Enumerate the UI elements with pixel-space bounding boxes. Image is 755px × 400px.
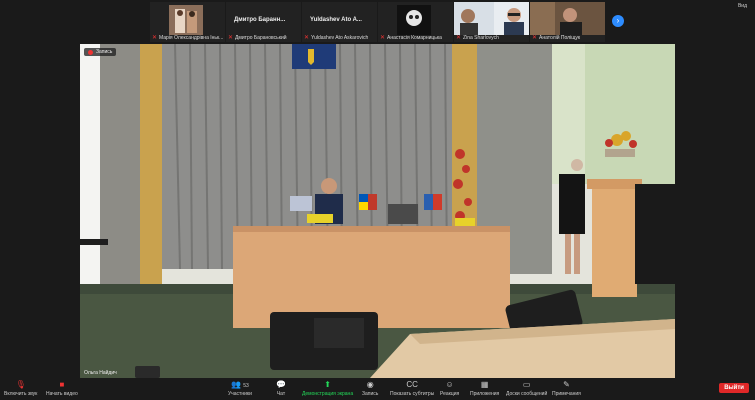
share-label: Демонстрация экрана: [302, 391, 354, 397]
whiteboards-label: Доски сообщений: [506, 391, 548, 397]
mic-off-icon: ✕: [152, 35, 158, 41]
participant-photo: [169, 5, 203, 35]
participant-tile[interactable]: ✕ Анатолій Поліщук: [530, 2, 605, 42]
participant-label: Марія Олександрівна Іньк...: [159, 34, 224, 41]
mic-off-icon: ✕: [304, 35, 310, 41]
unmute-button[interactable]: 🎙 Включить звук: [4, 380, 37, 397]
captions-button[interactable]: CC Показать субтитры: [390, 380, 434, 397]
start-video-label: Начать видео: [46, 391, 78, 397]
share-screen-button[interactable]: ⬆ Демонстрация экрана: [302, 380, 353, 397]
apps-label: Приложения: [470, 391, 500, 397]
participant-label: Yuldashev Ato Askarovich: [311, 34, 369, 41]
reactions-button[interactable]: ☺ Реакция: [440, 380, 459, 397]
participant-strip: ✕ Марія Олександрівна Іньк... Дмитро Бара…: [0, 0, 755, 44]
captions-label: Показать субтитры: [390, 391, 435, 397]
participant-tile[interactable]: Дмитро Баранн... ✕ Дмитро Барановський: [226, 2, 301, 42]
participant-name: Yuldashev Ato A...: [310, 17, 362, 23]
record-label: Запись: [362, 391, 379, 397]
recording-indicator[interactable]: Запись: [84, 48, 117, 56]
participants-icon: 👥 53: [231, 380, 249, 389]
participant-tile[interactable]: ✕ Анастасія Комарницька: [378, 2, 453, 42]
mic-off-icon: ✕: [456, 35, 462, 41]
participants-count: 53: [243, 383, 249, 389]
notes-icon: ✎: [563, 380, 570, 389]
participant-tile[interactable]: ✕ Zina Sharlovych: [454, 2, 529, 42]
participant-tile[interactable]: Yuldashev Ato A... ✕ Yuldashev Ato Askaro…: [302, 2, 377, 42]
leave-button[interactable]: Выйти: [719, 383, 749, 393]
captions-icon: CC: [406, 380, 418, 389]
whiteboards-button[interactable]: ▭ Доски сообщений: [506, 380, 547, 397]
chat-icon: 💬: [276, 380, 286, 389]
participants-button[interactable]: 👥 53 Участники: [228, 380, 252, 397]
main-video: [80, 44, 675, 378]
meeting-toolbar: 🎙 Включить звук ■ Начать видео 👥 53 Учас…: [0, 378, 755, 400]
apps-button[interactable]: ▦ Приложения: [470, 380, 499, 397]
chat-label: Чат: [276, 391, 286, 397]
participant-photo: [530, 2, 605, 35]
apps-icon: ▦: [480, 380, 489, 389]
record-dot-icon: [88, 49, 93, 55]
mic-muted-icon: 🎙: [15, 380, 26, 389]
mic-off-icon: ✕: [228, 35, 234, 41]
reactions-icon: ☺: [445, 380, 454, 389]
participants-label: Участники: [228, 391, 252, 397]
chat-button[interactable]: 💬 Чат: [276, 380, 286, 397]
participant-label: Zina Sharlovych: [463, 34, 499, 41]
mic-off-icon: ✕: [532, 35, 538, 41]
recording-label: Запись: [96, 49, 113, 55]
participant-name: Дмитро Баранн...: [234, 17, 286, 23]
record-button[interactable]: ◉ Запись: [362, 380, 378, 397]
view-button[interactable]: Вид: [738, 3, 747, 9]
participant-tile[interactable]: ✕ Марія Олександрівна Іньк...: [150, 2, 225, 42]
participant-avatar: [397, 5, 431, 35]
camera-off-icon: ■: [59, 380, 65, 389]
conference-hall-video: [80, 44, 675, 378]
participant-label: Анастасія Комарницька: [387, 34, 442, 41]
notes-button[interactable]: ✎ Примечания: [552, 380, 581, 397]
mic-off-icon: ✕: [380, 35, 386, 41]
whiteboard-icon: ▭: [522, 380, 531, 389]
notes-label: Примечания: [552, 391, 581, 397]
start-video-button[interactable]: ■ Начать видео: [46, 380, 78, 397]
active-speaker-name: Ольга Найдич: [84, 370, 117, 376]
chevron-right-icon[interactable]: ›: [612, 15, 624, 27]
unmute-label: Включить звук: [4, 391, 38, 397]
reactions-label: Реакция: [440, 391, 460, 397]
share-screen-icon: ⬆: [324, 380, 331, 389]
participant-label: Анатолій Поліщук: [539, 34, 581, 41]
participant-label: Дмитро Барановський: [235, 34, 287, 41]
record-icon: ◉: [366, 380, 374, 389]
participant-photo: [454, 2, 529, 35]
